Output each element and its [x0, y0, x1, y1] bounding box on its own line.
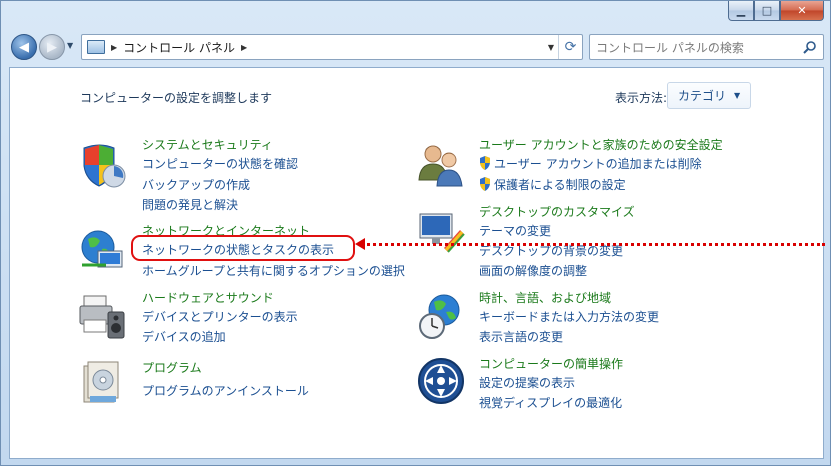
category-personalization[interactable]: デスクトップのカスタマイズ — [479, 203, 635, 220]
link-homegroup-sharing[interactable]: ホームグループと共有に関するオプションの選択 — [142, 262, 405, 279]
uac-shield-icon — [480, 156, 490, 170]
back-button[interactable]: ◀ — [11, 34, 37, 60]
link-create-backup[interactable]: バックアップの作成 — [142, 176, 250, 193]
category-ease-of-access[interactable]: コンピューターの簡単操作 — [479, 355, 623, 372]
recent-pages-dropdown[interactable]: ▼ — [67, 41, 73, 50]
close-button[interactable]: ✕ — [780, 1, 824, 21]
category-clock-language-region[interactable]: 時計、言語、および地域 — [479, 289, 611, 306]
clock-language-region-icon[interactable] — [416, 292, 466, 342]
maximize-button[interactable]: □ — [754, 1, 780, 21]
caption-buttons: ▁ □ ✕ — [728, 1, 824, 21]
navigation-bar: ◀ ▶ ▼ ▶ コントロール パネル ▶ ▼ ⟳ コントロール パネルの検索 — [9, 31, 824, 63]
control-panel-icon — [87, 40, 105, 54]
link-check-computer-status[interactable]: コンピューターの状態を確認 — [142, 155, 298, 172]
ease-of-access-icon[interactable] — [416, 356, 466, 406]
minimize-button[interactable]: ▁ — [728, 1, 754, 21]
arrow-head-icon — [355, 238, 365, 250]
link-parental-controls[interactable]: 保護者による制限の設定 — [479, 176, 626, 193]
network-internet-icon[interactable] — [78, 225, 128, 275]
link-change-display-language[interactable]: 表示言語の変更 — [479, 328, 563, 345]
search-input[interactable]: コントロール パネルの検索 — [589, 34, 824, 60]
link-label: ユーザー アカウントの追加または削除 — [494, 157, 702, 171]
search-icon[interactable] — [803, 40, 817, 54]
system-security-icon[interactable] — [78, 140, 128, 190]
link-optimize-visual-display[interactable]: 視覚ディスプレイの最適化 — [479, 394, 622, 411]
link-add-remove-user[interactable]: ユーザー アカウントの追加または削除 — [479, 155, 702, 172]
personalization-icon[interactable] — [416, 208, 466, 258]
breadcrumb-chevron-icon[interactable]: ▶ — [241, 43, 247, 52]
content-pane: コンピューターの設定を調整します 表示方法: カテゴリ ▼ システムとセキュリテ… — [9, 67, 825, 459]
user-accounts-icon[interactable] — [416, 140, 466, 190]
refresh-icon[interactable]: ⟳ — [558, 35, 582, 59]
link-troubleshoot[interactable]: 問題の発見と解決 — [142, 196, 238, 213]
view-by-value: カテゴリ — [678, 89, 727, 103]
category-user-accounts[interactable]: ユーザー アカウントと家族のための安全設定 — [479, 136, 723, 153]
breadcrumb-control-panel[interactable]: コントロール パネル — [123, 39, 235, 56]
category-system-security[interactable]: システムとセキュリティ — [142, 136, 273, 153]
category-programs[interactable]: プログラム — [142, 359, 202, 376]
link-add-device[interactable]: デバイスの追加 — [142, 328, 226, 345]
category-hardware-sound[interactable]: ハードウェアとサウンド — [142, 289, 274, 306]
view-by-dropdown[interactable]: カテゴリ ▼ — [667, 82, 751, 109]
link-adjust-resolution[interactable]: 画面の解像度の調整 — [479, 262, 587, 279]
view-by-label: 表示方法: — [615, 91, 668, 105]
link-label: 保護者による制限の設定 — [494, 178, 626, 192]
breadcrumb-chevron-icon[interactable]: ▶ — [111, 43, 117, 52]
highlight-annotation — [131, 235, 355, 261]
link-get-recommendations[interactable]: 設定の提案の表示 — [479, 374, 575, 391]
address-history-dropdown[interactable]: ▼ — [548, 43, 554, 52]
address-bar[interactable]: ▶ コントロール パネル ▶ ▼ ⟳ — [81, 34, 583, 60]
page-heading: コンピューターの設定を調整します — [80, 91, 273, 105]
forward-button[interactable]: ▶ — [39, 34, 65, 60]
link-change-keyboard[interactable]: キーボードまたは入力方法の変更 — [479, 308, 659, 325]
link-devices-printers[interactable]: デバイスとプリンターの表示 — [142, 308, 298, 325]
control-panel-window: ▁ □ ✕ ◀ ▶ ▼ ▶ コントロール パネル ▶ ▼ ⟳ コントロール パネ… — [0, 0, 831, 466]
programs-icon[interactable] — [78, 358, 128, 408]
hardware-sound-icon[interactable] — [78, 292, 128, 342]
search-placeholder: コントロール パネルの検索 — [596, 40, 744, 55]
link-change-theme[interactable]: テーマの変更 — [479, 222, 551, 239]
chevron-down-icon: ▼ — [734, 91, 741, 100]
link-uninstall-program[interactable]: プログラムのアンインストール — [142, 382, 309, 399]
uac-shield-icon — [480, 177, 490, 191]
arrow-annotation-line — [362, 243, 825, 246]
